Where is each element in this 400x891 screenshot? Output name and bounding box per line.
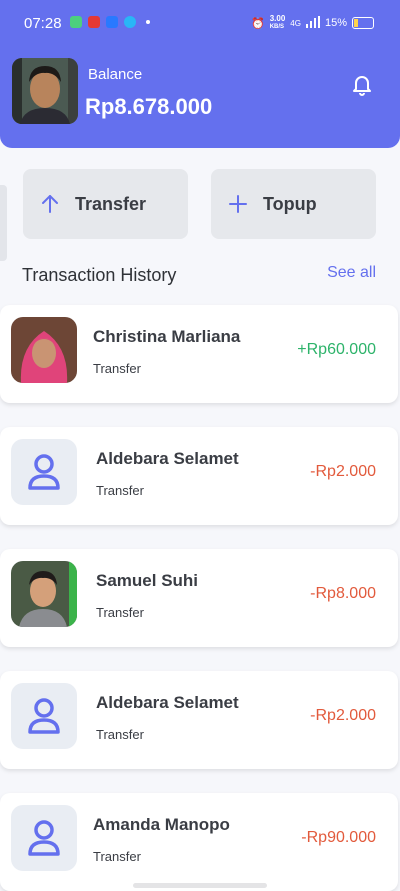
- transaction-type: Transfer: [96, 483, 144, 498]
- gesture-bar[interactable]: [133, 883, 267, 888]
- user-icon: [11, 683, 77, 749]
- balance-label: Balance: [88, 66, 143, 83]
- transaction-amount: -Rp2.000: [310, 463, 376, 480]
- network-type: 4G: [290, 18, 301, 28]
- battery-percent: 15%: [324, 17, 347, 29]
- video-notification-icon: [88, 16, 100, 28]
- balance-header: Balance Rp8.678.000: [0, 46, 400, 148]
- transaction-amount: +Rp60.000: [297, 341, 376, 358]
- transaction-amount: -Rp90.000: [301, 829, 376, 846]
- net-speed: 3.00 KB/S: [270, 15, 286, 31]
- battery-icon: [352, 17, 374, 29]
- net-speed-unit: KB/S: [269, 24, 285, 30]
- system-icons: ⏰ 3.00 KB/S 4G 15%: [251, 15, 374, 31]
- arrow-up-icon: [39, 193, 61, 215]
- transaction-card[interactable]: Aldebara Selamet Transfer -Rp2.000: [0, 671, 398, 769]
- status-time: 07:28: [24, 15, 62, 32]
- android-notification-icon: [106, 16, 118, 28]
- notification-icons: [70, 16, 150, 28]
- user-icon: [11, 805, 77, 871]
- status-bar: 07:28 ⏰ 3.00 KB/S 4G 15%: [0, 0, 400, 46]
- bell-icon[interactable]: [350, 72, 374, 96]
- topup-button[interactable]: Topup: [211, 169, 376, 239]
- plus-icon: [227, 193, 249, 215]
- transaction-name: Aldebara Selamet: [96, 693, 239, 712]
- transaction-name: Christina Marliana: [93, 327, 241, 346]
- contact-avatar: [11, 317, 77, 383]
- transaction-name: Amanda Manopo: [93, 815, 230, 834]
- transaction-card[interactable]: Amanda Manopo Transfer -Rp90.000: [0, 793, 398, 891]
- side-handle[interactable]: [0, 185, 7, 261]
- transaction-type: Transfer: [96, 727, 144, 742]
- contact-avatar: [11, 561, 77, 627]
- messenger-notification-icon: [124, 16, 136, 28]
- transfer-button-label: Transfer: [75, 193, 147, 214]
- transfer-button[interactable]: Transfer: [23, 169, 188, 239]
- transaction-card[interactable]: Aldebara Selamet Transfer -Rp2.000: [0, 427, 398, 525]
- transaction-card[interactable]: Samuel Suhi Transfer -Rp8.000: [0, 549, 398, 647]
- user-icon: [11, 439, 77, 505]
- net-speed-value: 3.00: [269, 14, 286, 23]
- more-notifications-icon: [146, 20, 150, 24]
- profile-avatar[interactable]: [12, 58, 78, 124]
- transaction-history-title: Transaction History: [22, 265, 177, 285]
- transaction-card[interactable]: Christina Marliana Transfer +Rp60.000: [0, 305, 398, 403]
- transaction-type: Transfer: [96, 605, 144, 620]
- see-all-link[interactable]: See all: [327, 264, 376, 282]
- alarm-icon: ⏰: [251, 17, 265, 30]
- transaction-name: Samuel Suhi: [96, 571, 199, 590]
- transaction-amount: -Rp2.000: [310, 707, 376, 724]
- transaction-type: Transfer: [93, 361, 141, 376]
- transaction-amount: -Rp8.000: [310, 585, 376, 602]
- balance-value: Rp8.678.000: [85, 94, 213, 119]
- transaction-name: Aldebara Selamet: [96, 449, 239, 468]
- chat-notification-icon: [70, 16, 82, 28]
- signal-icon: [305, 15, 320, 31]
- topup-button-label: Topup: [263, 193, 317, 214]
- transaction-type: Transfer: [93, 849, 141, 864]
